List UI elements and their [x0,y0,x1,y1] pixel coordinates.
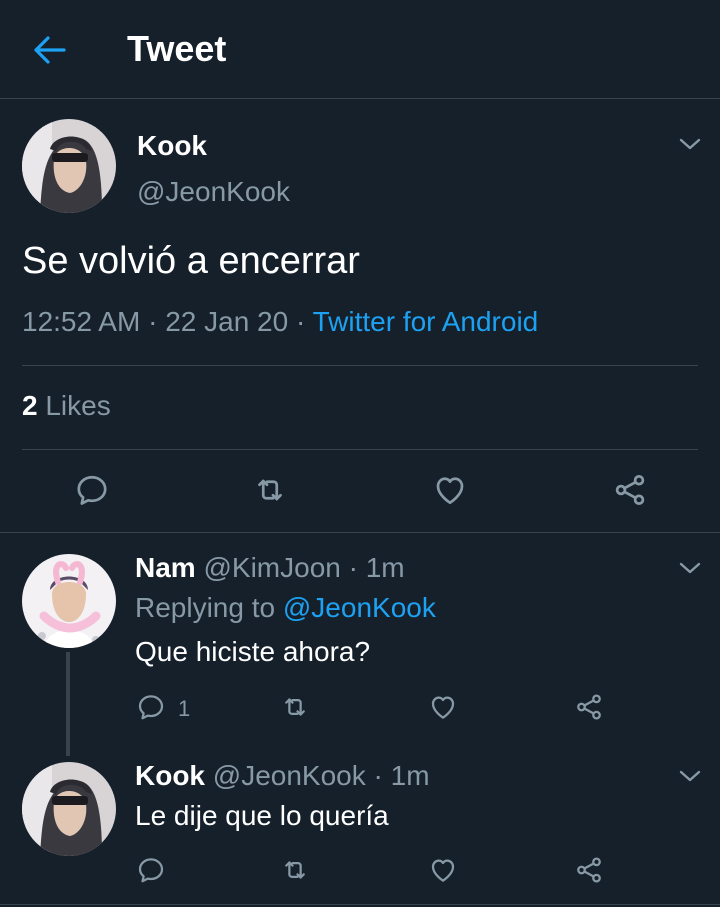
like-icon [432,472,468,508]
tweet-text: Se volvió a encerrar [22,240,360,282]
share-icon [612,472,648,508]
reply-icon [136,855,166,885]
share-button[interactable] [612,472,648,508]
chevron-down-icon[interactable] [678,768,702,784]
author-name[interactable]: Kook [137,130,207,162]
reply-button[interactable] [136,855,166,885]
share-button[interactable] [574,855,604,885]
like-button[interactable] [432,472,468,508]
retweet-button[interactable] [280,692,310,722]
meta-separator: · [288,306,313,337]
divider [0,904,720,905]
avatar[interactable] [22,762,116,856]
reply-count: 1 [178,696,191,721]
likes-stat[interactable]: 2 Likes [22,390,111,422]
reply-author-name[interactable]: Kook [135,760,205,791]
reply-button[interactable] [74,472,110,508]
retweet-button[interactable] [252,472,288,508]
back-arrow-icon [34,36,66,64]
retweet-button[interactable] [280,855,310,885]
replying-to: Replying to @JeonKook [135,592,436,624]
tweet-time: 12:52 AM [22,306,141,337]
thread-connector [66,652,70,756]
replying-prefix: Replying to [135,592,283,623]
reply-button[interactable] [136,692,166,722]
divider [22,365,698,366]
reply-header: Nam @KimJoon · 1m [135,552,405,584]
mention-link[interactable]: @JeonKook [283,592,436,623]
retweet-icon [252,472,288,508]
like-button[interactable] [428,692,458,722]
top-bar: Tweet [0,0,720,99]
share-icon [574,692,604,722]
tweet-date: 22 Jan 20 [165,306,289,337]
share-icon [574,855,604,885]
page-title: Tweet [127,28,227,69]
back-button[interactable] [30,32,70,68]
likes-label: Likes [37,390,111,421]
tweet-meta: 12:52 AM · 22 Jan 20 · Twitter for Andro… [22,306,538,338]
like-icon [428,692,458,722]
reply-icon [136,692,166,722]
like-button[interactable] [428,855,458,885]
likes-count: 2 [22,390,38,421]
tweet-source-link[interactable]: Twitter for Android [313,306,539,337]
reply-header: Kook @JeonKook · 1m [135,760,430,792]
share-button[interactable] [574,692,604,722]
reply-text: Que hiciste ahora? [135,636,371,667]
reply-author-handle[interactable]: @JeonKook · 1m [205,760,430,791]
divider [0,532,720,533]
reply-author-name[interactable]: Nam [135,552,196,583]
reply-text: Le dije que lo quería [135,800,389,831]
retweet-icon [280,855,310,885]
divider [22,449,698,450]
reply-icon [74,472,110,508]
avatar[interactable] [22,119,116,213]
retweet-icon [280,692,310,722]
reply-author-handle[interactable]: @KimJoon · 1m [196,552,404,583]
like-icon [428,855,458,885]
avatar[interactable] [22,554,116,648]
meta-separator: · [140,306,166,337]
chevron-down-icon[interactable] [678,560,702,576]
chevron-down-icon[interactable] [678,136,702,152]
author-handle[interactable]: @JeonKook [137,176,290,208]
